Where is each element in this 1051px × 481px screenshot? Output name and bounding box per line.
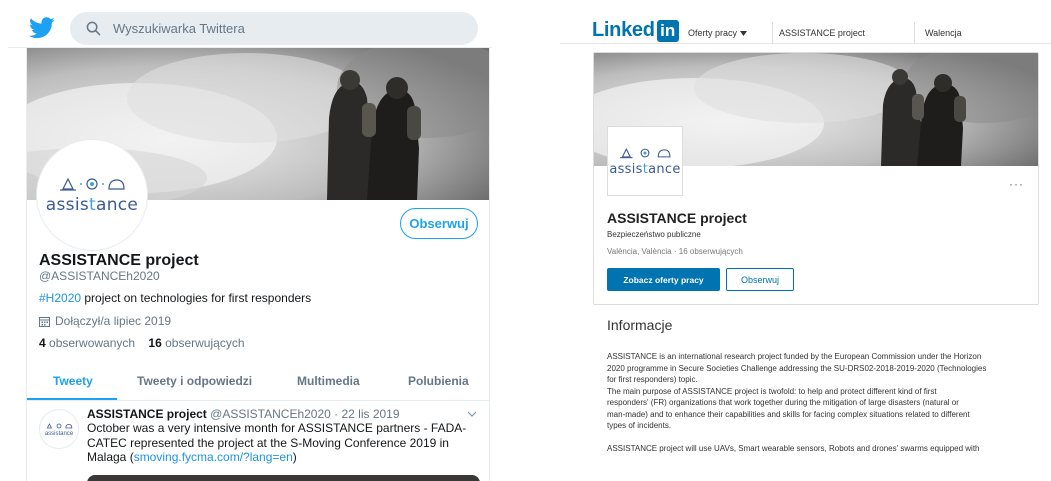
followers-link[interactable]: 16 obserwujących <box>148 336 244 350</box>
following-link[interactable]: 4 obserwowanych <box>39 336 135 350</box>
tweet-header: ASSISTANCE project @ASSISTANCEh2020 · 22… <box>87 407 400 421</box>
profile-tabs: Tweety Tweety i odpowiedzi Multimedia Po… <box>27 364 489 401</box>
tab-tweets-replies[interactable]: Tweety i odpowiedzi <box>137 374 252 388</box>
caret-down-icon <box>740 30 748 36</box>
tweet-avatar[interactable]: assistance <box>39 409 79 449</box>
linkedin-in-icon: in <box>656 19 679 42</box>
search-placeholder: Wyszukiwarka Twittera <box>113 21 245 36</box>
location-search-input[interactable]: Walencja <box>914 22 1044 44</box>
logo-wordmark: assistance <box>609 161 681 177</box>
company-name: ASSISTANCE project <box>607 210 747 226</box>
company-industry: Bezpieczeństwo publiczne <box>607 230 701 239</box>
company-location-followers: València, València · 16 obserwujących <box>607 247 743 256</box>
profile-name: ASSISTANCE project <box>39 252 199 269</box>
about-text: ASSISTANCE is an international research … <box>607 352 987 453</box>
logo-emblem-icon <box>57 175 127 193</box>
keyword-search-input[interactable]: ASSISTANCE project <box>772 22 906 44</box>
profile-handle: @ASSISTANCEh2020 <box>39 269 160 283</box>
twitter-panel: Wyszukiwarka Twittera assistance Obserwu… <box>0 0 500 481</box>
company-logo[interactable]: assistance <box>607 126 683 196</box>
logo-emblem-icon <box>620 147 671 158</box>
logo-wordmark: assistance <box>45 195 139 215</box>
company-card: assistance ··· ASSISTANCE project Bezpie… <box>593 52 1039 305</box>
search-input[interactable]: Wyszukiwarka Twittera <box>70 12 478 45</box>
profile-bio: #H2020 project on technologies for first… <box>39 291 312 305</box>
joined-date: Dołączył/a lipiec 2019 <box>39 314 171 328</box>
calendar-icon <box>39 316 50 327</box>
about-section-title: Informacje <box>607 317 673 333</box>
screenshot-root: Wyszukiwarka Twittera assistance Obserwu… <box>0 0 1051 481</box>
follow-stats: 4 obserwowanych 16 obserwujących <box>39 336 245 350</box>
tweet-item[interactable]: assistance ASSISTANCE project @ASSISTANC… <box>27 402 489 481</box>
profile-card: assistance Obserwuj ASSISTANCE project @… <box>26 48 490 481</box>
follow-button[interactable]: Obserwuj <box>400 208 478 239</box>
see-jobs-button[interactable]: Zobacz oferty pracy <box>607 268 720 291</box>
linkedin-logo[interactable]: Linked in <box>592 19 679 42</box>
more-options-icon[interactable]: ··· <box>1009 177 1024 191</box>
tweet-link[interactable]: smoving.fycma.com/?lang=en <box>134 450 293 464</box>
tab-media[interactable]: Multimedia <box>297 374 360 388</box>
logo-emblem-icon <box>46 422 73 428</box>
tab-likes[interactable]: Polubienia <box>408 374 469 388</box>
search-icon <box>86 21 101 36</box>
tweet-media[interactable] <box>87 475 480 481</box>
jobs-dropdown[interactable]: Oferty pracy <box>688 28 748 38</box>
tweet-text: October was a very intensive month for A… <box>87 421 467 464</box>
follow-button[interactable]: Obserwuj <box>726 268 794 291</box>
linkedin-panel: Linked in Oferty pracy ASSISTANCE projec… <box>560 0 1051 481</box>
hashtag-link[interactable]: #H2020 <box>39 291 81 305</box>
avatar[interactable]: assistance <box>37 140 147 250</box>
tweet-author[interactable]: ASSISTANCE project <box>87 407 207 421</box>
chevron-down-icon[interactable] <box>467 410 477 418</box>
active-tab-indicator <box>27 398 117 400</box>
tab-tweets[interactable]: Tweety <box>53 374 93 388</box>
linkedin-topbar: Linked in Oferty pracy ASSISTANCE projec… <box>560 8 1051 44</box>
twitter-bird-icon[interactable] <box>29 17 55 39</box>
